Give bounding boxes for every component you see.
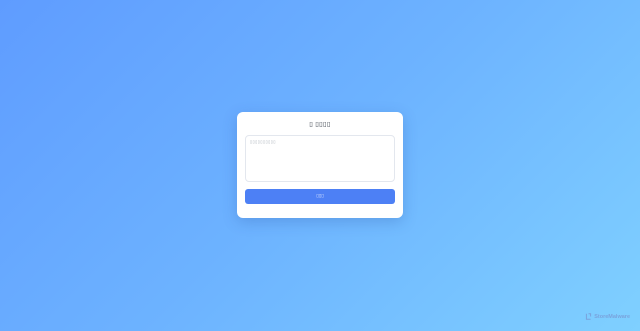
title-icon: ▯: [309, 120, 314, 128]
input-card: ▯ ▯▯▯▯ ▯▯▯: [237, 112, 403, 218]
storemalware-logo-icon: [586, 313, 592, 320]
text-input[interactable]: [245, 135, 395, 182]
card-title: ▯ ▯▯▯▯: [237, 120, 403, 129]
submit-button[interactable]: ▯▯▯: [245, 189, 395, 204]
watermark: StoreMalware: [585, 313, 630, 320]
watermark-text: StoreMalware: [594, 313, 630, 320]
card-title-text: ▯▯▯▯: [315, 120, 331, 128]
